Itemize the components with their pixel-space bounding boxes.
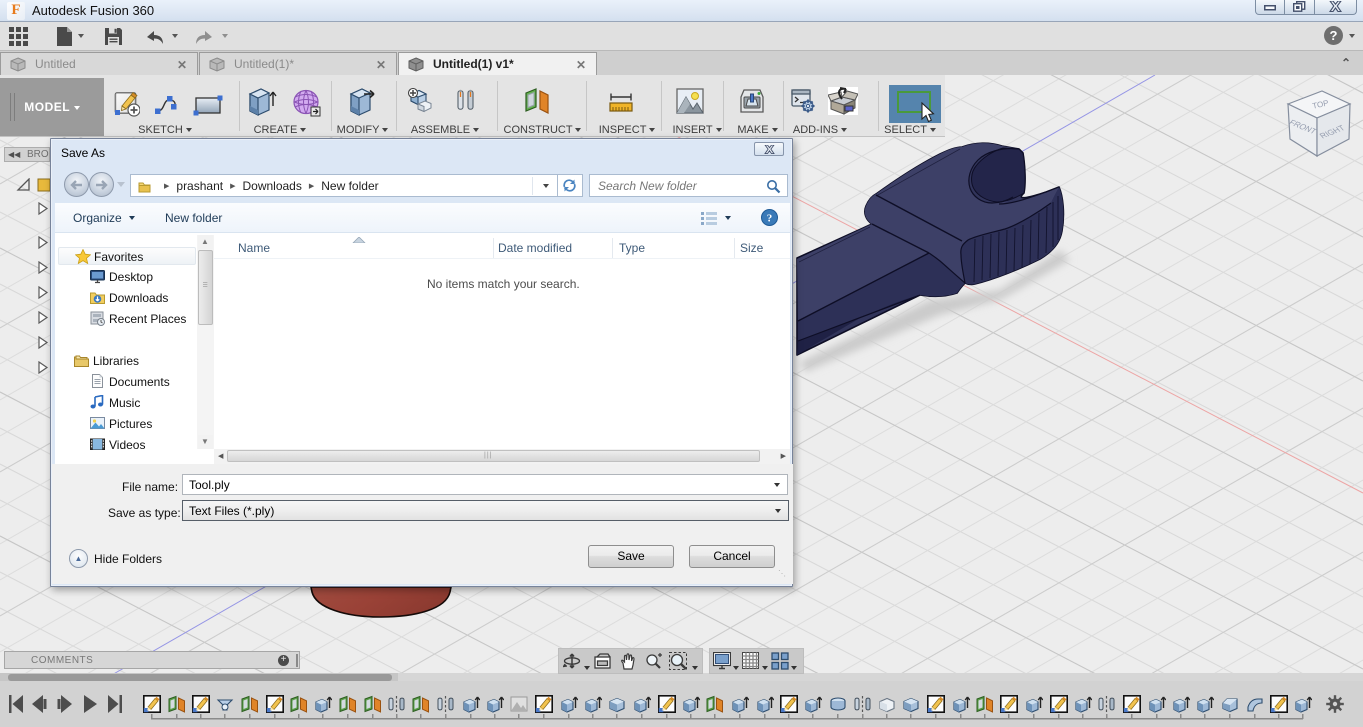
svg-text:?: ? <box>767 213 773 225</box>
